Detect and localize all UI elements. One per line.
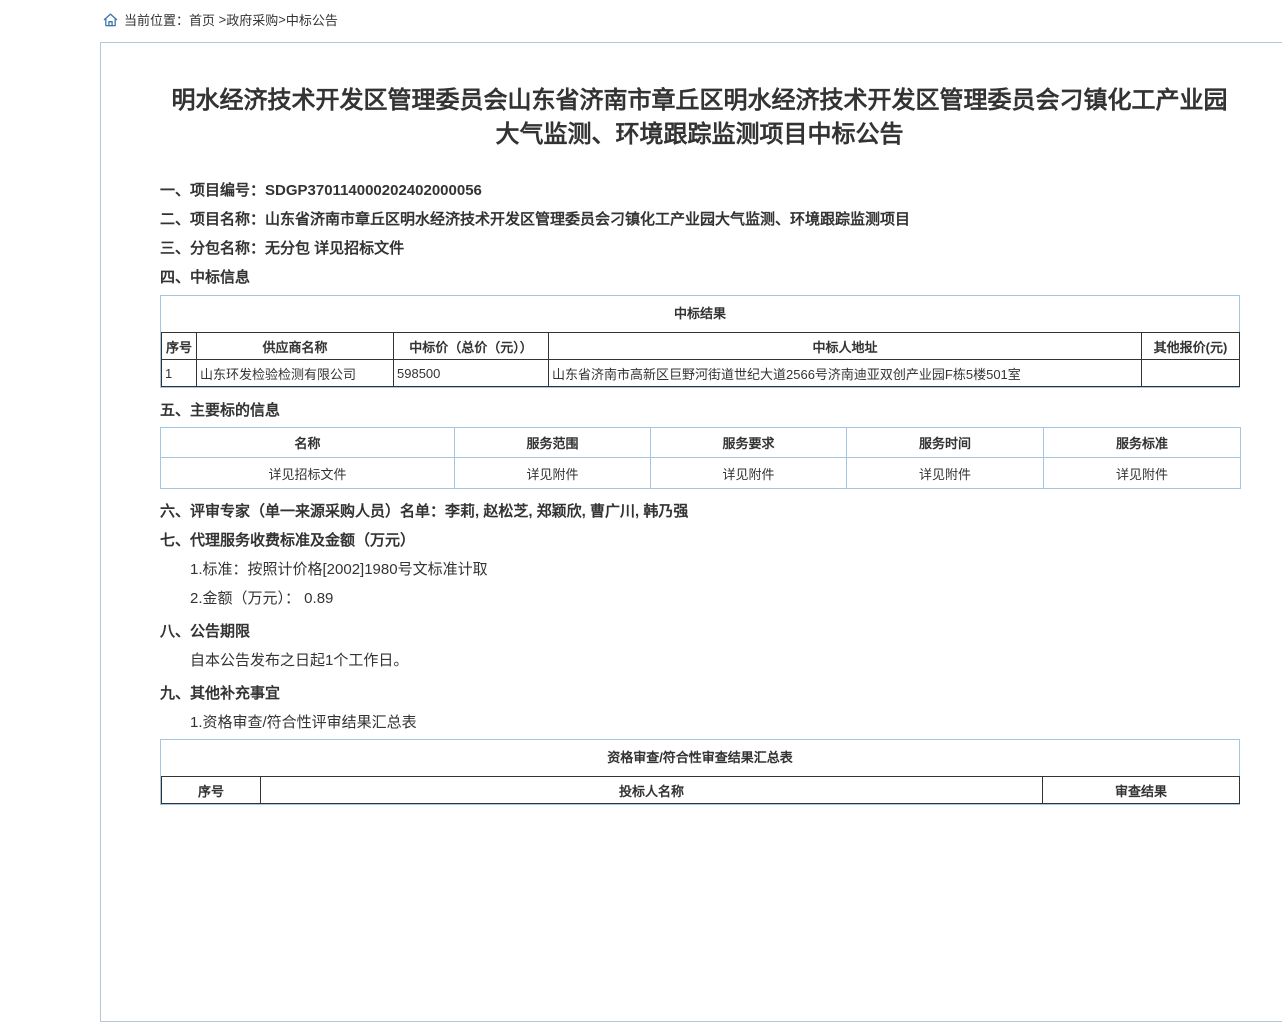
award-col-other-bid: 其他报价(元) <box>1142 333 1240 360</box>
notice-period-body: 自本公告发布之日起1个工作日。 <box>160 646 1239 675</box>
section-project-number: 一、项目编号：SDGP370114000202402000056 <box>160 176 1239 205</box>
subject-col-name: 名称 <box>161 428 455 458</box>
subject-col-standard: 服务标准 <box>1044 428 1241 458</box>
award-result-table-caption: 中标结果 <box>161 296 1239 332</box>
subject-cell-standard: 详见附件 <box>1044 458 1241 489</box>
qualification-table-header-row: 序号 投标人名称 审查结果 <box>162 777 1240 804</box>
subject-col-time: 服务时间 <box>847 428 1044 458</box>
award-col-price: 中标价（总价（元）） <box>394 333 549 360</box>
award-col-address: 中标人地址 <box>549 333 1142 360</box>
subject-cell-name: 详见招标文件 <box>161 458 455 489</box>
qualification-table-wrapper: 资格审查/符合性审查结果汇总表 序号 投标人名称 审查结果 <box>160 739 1240 805</box>
breadcrumb: 当前位置： 首页 > 政府采购 > 中标公告 <box>103 10 338 29</box>
project-name-label: 二、项目名称： <box>160 211 265 228</box>
breadcrumb-category-link[interactable]: 政府采购 <box>226 10 278 29</box>
breadcrumb-home-link[interactable]: 首页 <box>189 10 215 29</box>
section-notice-period-heading: 八、公告期限 <box>160 617 1239 646</box>
announcement-panel: 明水经济技术开发区管理委员会山东省济南市章丘区明水经济技术开发区管理委员会刁镇化… <box>100 42 1282 1022</box>
breadcrumb-separator: > <box>215 12 226 27</box>
subject-info-table: 名称 服务范围 服务要求 服务时间 服务标准 详见招标文件 详见附件 详见附件 … <box>160 427 1241 489</box>
subject-cell-scope: 详见附件 <box>455 458 651 489</box>
project-number-label: 一、项目编号： <box>160 182 265 199</box>
page-title: 明水经济技术开发区管理委员会山东省济南市章丘区明水经济技术开发区管理委员会刁镇化… <box>160 84 1239 152</box>
award-cell-price: 598500 <box>394 360 549 387</box>
qualification-col-bidder: 投标人名称 <box>261 777 1043 804</box>
subject-col-scope: 服务范围 <box>455 428 651 458</box>
award-result-table-wrapper: 中标结果 序号 供应商名称 中标价（总价（元）） 中标人地址 其他报价(元) <box>160 295 1240 388</box>
subject-cell-time: 详见附件 <box>847 458 1044 489</box>
subject-col-requirement: 服务要求 <box>651 428 847 458</box>
home-icon[interactable] <box>103 13 118 27</box>
award-col-index: 序号 <box>162 333 197 360</box>
agency-fee-standard: 1.标准：按照计价格[2002]1980号文标准计取 <box>160 555 1239 584</box>
award-table-row: 1 山东环发检验检测有限公司 598500 山东省济南市高新区巨野河街道世纪大道… <box>162 360 1240 387</box>
subject-table-row: 详见招标文件 详见附件 详见附件 详见附件 详见附件 <box>161 458 1241 489</box>
qualification-col-index: 序号 <box>162 777 261 804</box>
experts-label: 六、评审专家（单一来源采购人员）名单： <box>160 503 445 520</box>
section-subject-info-heading: 五、主要标的信息 <box>160 396 1239 425</box>
award-cell-address: 山东省济南市高新区巨野河街道世纪大道2566号济南迪亚双创产业园F栋5楼501室 <box>549 360 1142 387</box>
section-subpackage: 三、分包名称：无分包 详见招标文件 <box>160 234 1239 263</box>
award-cell-supplier: 山东环发检验检测有限公司 <box>197 360 394 387</box>
project-number-value: SDGP370114000202402000056 <box>265 182 482 199</box>
qualification-col-result: 审查结果 <box>1043 777 1240 804</box>
subpackage-value: 无分包 详见招标文件 <box>265 240 404 257</box>
qualification-table-caption: 资格审查/符合性审查结果汇总表 <box>161 740 1239 776</box>
award-col-supplier: 供应商名称 <box>197 333 394 360</box>
section-other-heading: 九、其他补充事宜 <box>160 679 1239 708</box>
qualification-table: 序号 投标人名称 审查结果 <box>161 776 1240 804</box>
subpackage-label: 三、分包名称： <box>160 240 265 257</box>
section-award-info-heading: 四、中标信息 <box>160 263 1239 292</box>
section-experts: 六、评审专家（单一来源采购人员）名单：李莉, 赵松芝, 郑颖欣, 曹广川, 韩乃… <box>160 497 1239 526</box>
breadcrumb-label: 当前位置： <box>124 10 189 29</box>
award-table-header-row: 序号 供应商名称 中标价（总价（元）） 中标人地址 其他报价(元) <box>162 333 1240 360</box>
other-item: 1.资格审查/符合性评审结果汇总表 <box>160 708 1239 737</box>
section-project-name: 二、项目名称：山东省济南市章丘区明水经济技术开发区管理委员会刁镇化工产业园大气监… <box>160 205 1239 234</box>
award-result-table: 序号 供应商名称 中标价（总价（元）） 中标人地址 其他报价(元) 1 山东环发… <box>161 332 1240 387</box>
subject-table-header-row: 名称 服务范围 服务要求 服务时间 服务标准 <box>161 428 1241 458</box>
breadcrumb-separator: > <box>278 12 286 27</box>
agency-fee-amount: 2.金额（万元）： 0.89 <box>160 584 1239 613</box>
award-cell-index: 1 <box>162 360 197 387</box>
subject-cell-requirement: 详见附件 <box>651 458 847 489</box>
breadcrumb-current-link[interactable]: 中标公告 <box>286 10 338 29</box>
experts-value: 李莉, 赵松芝, 郑颖欣, 曹广川, 韩乃强 <box>445 503 688 520</box>
section-agency-fee-heading: 七、代理服务收费标准及金额（万元） <box>160 526 1239 555</box>
award-cell-other-bid <box>1142 360 1240 387</box>
project-name-value: 山东省济南市章丘区明水经济技术开发区管理委员会刁镇化工产业园大气监测、环境跟踪监… <box>265 211 910 228</box>
